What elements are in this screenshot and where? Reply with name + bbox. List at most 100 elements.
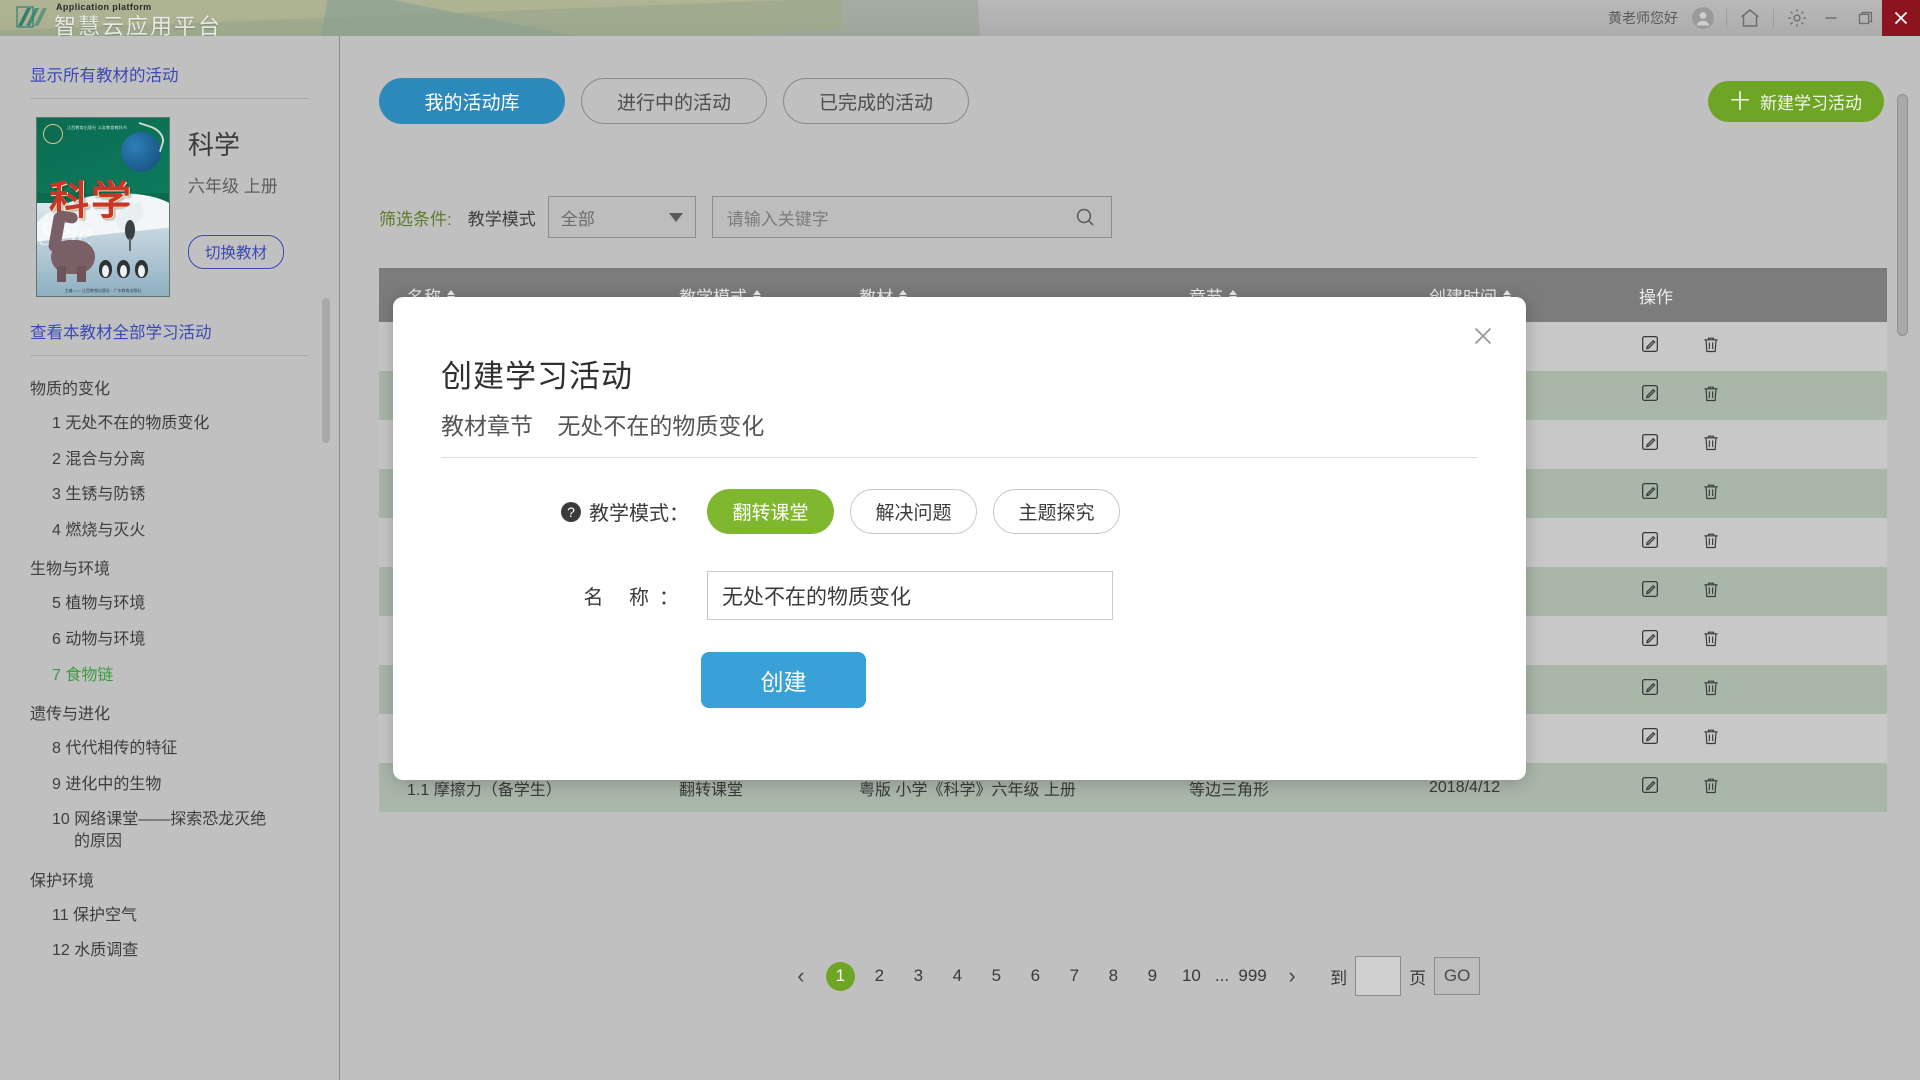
teaching-mode-option-0[interactable]: 翻转课堂 — [707, 489, 834, 534]
edit-icon[interactable] — [1639, 725, 1661, 752]
chapter-lesson-item[interactable]: 10 网络课堂——探索恐龙灭绝 的原因 — [0, 802, 339, 859]
chapter-label: 教材章节 — [441, 413, 533, 439]
tab-2[interactable]: 已完成的活动 — [783, 78, 969, 124]
pagination-page-1[interactable]: 1 — [825, 961, 855, 991]
help-icon[interactable]: ? — [561, 501, 581, 522]
close-window-button[interactable] — [1882, 0, 1920, 36]
activity-name-value: 无处不在的物质变化 — [722, 585, 911, 609]
trash-icon[interactable] — [1701, 480, 1721, 507]
teaching-mode-value: 全部 — [560, 209, 595, 229]
user-greeting: 黄老师您好 — [1608, 10, 1678, 26]
activity-name-input[interactable]: 无处不在的物质变化 — [707, 571, 1113, 620]
brand-title: 智慧云应用平台 — [54, 14, 223, 36]
pagination-page-8[interactable]: 8 — [1099, 962, 1128, 991]
chapter-lesson-item[interactable]: 5 植物与环境 — [0, 586, 339, 622]
filter-conditions-label: 筛选条件: — [379, 209, 452, 229]
pagination-page-4[interactable]: 4 — [943, 962, 972, 991]
chapter-lesson-item[interactable]: 11 保护空气 — [0, 898, 339, 934]
edit-icon[interactable] — [1639, 676, 1661, 703]
chapter-group: 保护环境 — [30, 872, 95, 890]
pagination-prev-button[interactable]: ‹ — [781, 963, 821, 989]
edit-icon[interactable] — [1639, 431, 1661, 458]
search-icon[interactable] — [1073, 205, 1097, 229]
edit-icon[interactable] — [1639, 529, 1661, 556]
chapter-group: 遗传与进化 — [30, 706, 111, 724]
pagination-page-6[interactable]: 6 — [1021, 962, 1050, 991]
teaching-mode-select[interactable]: 全部 — [547, 196, 696, 238]
cell-actions — [1639, 382, 1839, 409]
pagination-go-button[interactable]: GO — [1434, 957, 1481, 995]
trash-icon[interactable] — [1701, 382, 1721, 409]
new-activity-button[interactable]: 十 新建学习活动 — [1708, 81, 1884, 122]
edit-icon[interactable] — [1639, 774, 1661, 801]
chapter-lesson-item[interactable]: 2 混合与分离 — [0, 442, 339, 478]
create-button[interactable]: 创建 — [701, 652, 866, 708]
sidebar: 显示所有教材的活动 江西教育出版社 义务教育教科书 Scie 科学 主编 ○○○… — [0, 36, 340, 1080]
textbook-name: 科学 — [188, 130, 241, 160]
cell-actions — [1639, 529, 1839, 556]
penguin-illustration — [117, 260, 130, 282]
chapter-group: 物质的变化 — [30, 381, 111, 398]
edit-icon[interactable] — [1639, 382, 1661, 409]
restore-icon[interactable] — [1848, 0, 1882, 36]
gear-icon[interactable] — [1780, 0, 1814, 36]
pagination-last-page[interactable]: 999 — [1238, 962, 1267, 991]
trash-icon[interactable] — [1701, 431, 1721, 458]
chapter-lesson-item[interactable]: 8 代代相传的特征 — [0, 731, 339, 767]
home-icon[interactable] — [1733, 0, 1767, 36]
chapter-lesson-item[interactable]: 12 水质调查 — [0, 933, 339, 969]
trash-icon[interactable] — [1701, 529, 1721, 556]
sidebar-scrollbar-thumb[interactable] — [322, 298, 330, 443]
chapter-lesson-item[interactable]: 7 食物链 — [0, 658, 339, 694]
cell-actions — [1639, 676, 1839, 703]
textbook-grade: 六年级 上册 — [188, 177, 278, 196]
pagination-page-2[interactable]: 2 — [865, 962, 894, 991]
trash-icon[interactable] — [1701, 676, 1721, 703]
pagination-page-9[interactable]: 9 — [1138, 962, 1167, 991]
trash-icon[interactable] — [1701, 333, 1721, 360]
cell-actions — [1639, 725, 1839, 752]
dialog-title: 创建学习活动 — [441, 359, 633, 394]
cell-actions — [1639, 431, 1839, 458]
chapter-lesson-item[interactable]: 4 燃烧与灭火 — [0, 513, 339, 549]
lesson-label-continued: 的原因 — [74, 832, 123, 850]
chapter-lesson-item[interactable]: 1 无处不在的物质变化 — [0, 406, 339, 442]
teaching-mode-option-2[interactable]: 主题探究 — [993, 489, 1120, 534]
pagination-page-7[interactable]: 7 — [1060, 962, 1089, 991]
app-logo-icon — [16, 6, 47, 28]
pagination-page-3[interactable]: 3 — [904, 962, 933, 991]
chapter-lesson-item[interactable]: 6 动物与环境 — [0, 622, 339, 658]
main-scrollbar-thumb[interactable] — [1897, 94, 1908, 336]
pagination-next-button[interactable]: › — [1272, 963, 1312, 989]
divider — [30, 355, 309, 356]
crane-illustration — [112, 201, 148, 252]
tab-0[interactable]: 我的活动库 — [379, 78, 565, 124]
textbook-cover-image: 江西教育出版社 义务教育教科书 Scie 科学 主编 ○○○ 江西教育出版社 ·… — [36, 117, 170, 297]
edit-icon[interactable] — [1639, 627, 1661, 654]
chapter-lesson-item[interactable]: 9 进化中的生物 — [0, 767, 339, 803]
edit-icon[interactable] — [1639, 480, 1661, 507]
sidebar-view-all-activities-link[interactable]: 查看本教材全部学习活动 — [0, 313, 339, 353]
chapter-lesson-item[interactable]: 3 生锈与防锈 — [0, 477, 339, 513]
pagination-goto-input[interactable] — [1355, 956, 1402, 996]
activity-name-field-label: 名 称： — [583, 587, 689, 609]
trash-icon[interactable] — [1701, 627, 1721, 654]
sidebar-show-all-activities-link[interactable]: 显示所有教材的活动 — [0, 56, 339, 96]
avatar-icon[interactable] — [1686, 0, 1720, 36]
search-input[interactable]: 请输入关键字 — [711, 196, 1112, 238]
pagination-page-10[interactable]: 10 — [1177, 962, 1206, 991]
trash-icon[interactable] — [1701, 774, 1721, 801]
tab-1[interactable]: 进行中的活动 — [581, 78, 767, 124]
trash-icon[interactable] — [1701, 725, 1721, 752]
edit-icon[interactable] — [1639, 333, 1661, 360]
teaching-mode-option-1[interactable]: 解决问题 — [850, 489, 977, 534]
minimize-icon[interactable] — [1814, 0, 1848, 36]
switch-textbook-button[interactable]: 切换教材 — [188, 235, 285, 269]
search-placeholder: 请输入关键字 — [726, 209, 829, 229]
trash-icon[interactable] — [1701, 578, 1721, 605]
chapter-list: 物质的变化 1 无处不在的物质变化 2 混合与分离 3 生锈与防锈 4 燃烧与灭火 生物与… — [0, 368, 339, 969]
edit-icon[interactable] — [1639, 578, 1661, 605]
close-icon[interactable] — [1466, 319, 1500, 353]
pagination: ‹ 1 2 3 4 5 6 7 8 9 10... 999 › 到 页 GO — [341, 956, 1920, 996]
pagination-page-5[interactable]: 5 — [982, 962, 1011, 991]
